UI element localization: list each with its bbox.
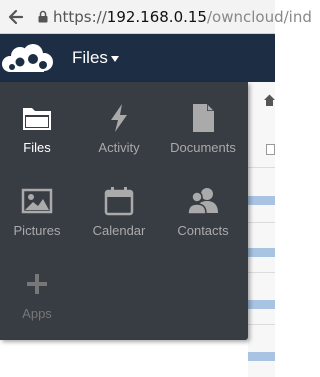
table-row[interactable]: [248, 248, 275, 257]
lock-icon: [38, 10, 48, 23]
app-menu-dropdown: Files Activity Documents Pictures Calend…: [0, 82, 248, 340]
url-scheme: https://: [53, 8, 107, 26]
home-icon: [264, 94, 275, 106]
contacts-icon: [187, 188, 218, 215]
folder-icon: [23, 108, 51, 130]
divider: [248, 222, 275, 223]
calendar-icon: [104, 187, 134, 216]
owncloud-logo-icon[interactable]: [0, 43, 54, 73]
document-icon: [193, 104, 214, 132]
app-menu-item-contacts[interactable]: Contacts: [168, 167, 238, 238]
divider: [248, 324, 275, 325]
app-label: Calendar: [92, 223, 146, 238]
app-label: Apps: [22, 306, 52, 321]
browser-url-bar: https://192.168.0.15/owncloud/ind: [0, 0, 312, 34]
url-host: 192.168.0.15: [106, 8, 207, 26]
files-list-background: [248, 82, 275, 377]
plus-icon: [27, 274, 47, 294]
app-label: Documents: [170, 140, 236, 155]
divider: [248, 167, 275, 168]
back-arrow-icon[interactable]: [6, 7, 26, 27]
table-row[interactable]: [248, 352, 275, 361]
app-menu-item-apps[interactable]: Apps: [2, 250, 72, 321]
table-row[interactable]: [248, 196, 275, 205]
current-app-title[interactable]: Files: [72, 48, 108, 68]
picture-icon: [21, 188, 53, 214]
app-menu-item-documents[interactable]: Documents: [168, 84, 238, 155]
owncloud-header: Files: [0, 34, 275, 82]
app-menu-item-pictures[interactable]: Pictures: [2, 167, 72, 238]
address-field[interactable]: https://192.168.0.15/owncloud/ind: [53, 7, 312, 27]
app-label: Pictures: [13, 223, 61, 238]
app-label: Contacts: [177, 223, 229, 238]
app-label: Files: [23, 140, 51, 155]
table-row[interactable]: [248, 300, 275, 309]
dropdown-caret-icon[interactable]: [111, 56, 119, 62]
app-label: Activity: [98, 140, 140, 155]
app-menu-item-files[interactable]: Files: [2, 84, 72, 155]
app-menu-item-calendar[interactable]: Calendar: [84, 167, 154, 238]
url-path: /owncloud/ind: [206, 8, 312, 26]
lightning-icon: [111, 104, 127, 132]
app-menu-item-activity[interactable]: Activity: [84, 84, 154, 155]
divider: [248, 272, 275, 273]
select-all-checkbox[interactable]: [266, 144, 275, 155]
